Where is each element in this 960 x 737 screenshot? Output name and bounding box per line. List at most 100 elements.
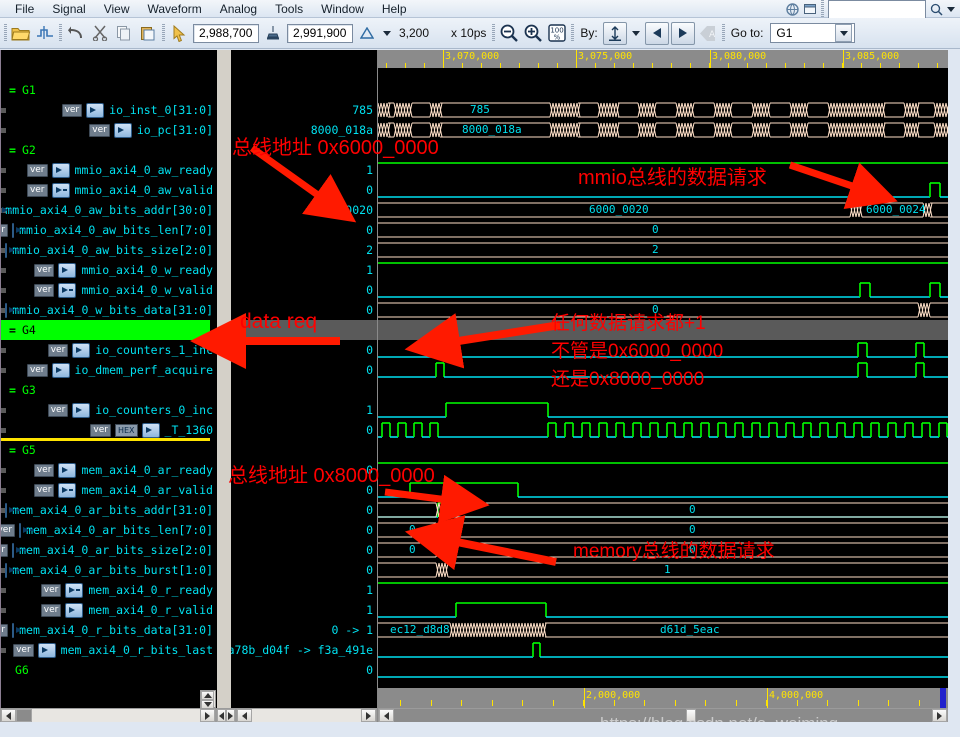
signal-row-mem_axi4_0_ar_bits_addr310[interactable]: ver mem_axi4_0_ar_bits_addr[31:0] [1, 500, 217, 520]
globe-icon[interactable] [783, 1, 801, 17]
marker-stamp-icon[interactable] [261, 21, 285, 45]
step-dropdown-icon[interactable] [628, 21, 644, 45]
toolbar-separator-2 [57, 23, 64, 43]
overview-position-marker[interactable] [940, 688, 946, 708]
signal-row-io_dmem_perf_acquire[interactable]: ver io_dmem_perf_acquire [1, 360, 217, 380]
signal-row-mem_axi4_0_r_valid[interactable]: ver mem_axi4_0_r_valid [1, 600, 217, 620]
signal-row-mem_axi4_0_ar_valid[interactable]: ver mem_axi4_0_ar_valid [1, 480, 217, 500]
delta-triangle-icon[interactable] [355, 21, 379, 45]
signal-group-g6[interactable]: G6 [1, 660, 217, 680]
values-hscroll-right-button[interactable] [226, 709, 235, 722]
signal-group-g2[interactable]: = G2 [1, 140, 217, 160]
signal-row-mem_axi4_0_ar_bits_size20[interactable]: ver mem_axi4_0_ar_bits_size[2:0] [1, 540, 217, 560]
wave-hscroll-right-button[interactable] [361, 709, 376, 722]
signal-group-g5[interactable]: = G5 [1, 440, 217, 460]
main-wave-hscroll-left-button[interactable] [379, 709, 394, 722]
by-label: By: [580, 26, 598, 40]
signal-row-mem_axi4_0_ar_bits_burst10[interactable]: ver mem_axi4_0_ar_bits_burst[1:0] [1, 560, 217, 580]
open-folder-icon[interactable] [9, 21, 33, 45]
menubar-overflow-chevron-icon[interactable] [944, 6, 958, 12]
signal-row-mmio_axi4_0_w_valid[interactable]: ver mmio_axi4_0_w_valid [1, 280, 217, 300]
cursor-pointer-icon[interactable] [167, 21, 191, 45]
signal-row-mem_axi4_0_ar_bits_len70[interactable]: ver mem_axi4_0_ar_bits_len[7:0] [1, 520, 217, 540]
time-ruler[interactable]: 3,070,000 3,075,000 3,080,000 3,085,000 [378, 50, 948, 68]
search-input[interactable] [828, 0, 926, 19]
menu-item-waveform[interactable]: Waveform [139, 1, 211, 17]
names-hscroll-thumb[interactable] [16, 709, 32, 722]
names-hscroll-left-button[interactable] [1, 709, 16, 722]
names-hscroll-track[interactable] [32, 709, 200, 722]
wave-hscroll-track[interactable] [252, 709, 361, 722]
signal-row-mem_axi4_0_ar_ready[interactable]: ver mem_axi4_0_ar_ready [1, 460, 217, 480]
group-expand-icon[interactable]: = [9, 323, 16, 337]
names-horizontal-scrollbar[interactable] [0, 708, 216, 723]
wave-digital-row [378, 422, 948, 438]
delta-dropdown-icon[interactable] [379, 21, 395, 45]
cut-icon[interactable] [88, 21, 112, 45]
signal-row-io_pc310[interactable]: ver io_pc[31:0] [1, 120, 217, 140]
menu-item-signal[interactable]: Signal [43, 1, 94, 17]
signal-row-io_inst_0310[interactable]: ver io_inst_0[31:0] [1, 100, 217, 120]
marker-to-field[interactable]: 2,991,900 [287, 23, 353, 43]
names-hscroll-right-button[interactable] [200, 709, 215, 722]
signal-group-g4[interactable]: = G4 [1, 320, 210, 340]
search-zoom-icon[interactable] [928, 1, 944, 17]
waveform-pane[interactable] [378, 50, 948, 708]
undo-icon[interactable] [64, 21, 88, 45]
menu-item-help[interactable]: Help [373, 1, 416, 17]
wave-hscroll-left-button[interactable] [237, 709, 252, 722]
overview-time-ruler[interactable]: 2,000,000 4,000,000 [378, 688, 948, 708]
signal-value-mem_axi4_0_r_bits_data310: 0 -> 1 [331, 623, 373, 637]
main-wave-hscroll-right-button[interactable] [932, 709, 947, 722]
signal-row-_T_1360[interactable]: ver HEX _T_1360 [1, 420, 217, 440]
step-by-icon[interactable] [602, 21, 627, 45]
names-scroll-up-button[interactable] [201, 691, 214, 700]
prev-edge-button[interactable] [644, 21, 669, 45]
group-expand-icon[interactable]: = [9, 83, 16, 97]
signal-row-mmio_axi4_0_aw_bits_len70[interactable]: ver mmio_axi4_0_aw_bits_len[7:0] [1, 220, 217, 240]
signal-row-mmio_axi4_0_w_bits_data310[interactable]: ver mmio_axi4_0_w_bits_data[31:0] [1, 300, 217, 320]
signal-row-mem_axi4_0_r_ready[interactable]: ver mem_axi4_0_r_ready [1, 580, 217, 600]
signal-row-mmio_axi4_0_aw_ready[interactable]: ver mmio_axi4_0_aw_ready [1, 160, 217, 180]
wave-horizontal-scrollbar[interactable] [236, 708, 377, 723]
signal-values-pane[interactable]: 785 8000_018a 1 0 6000_0020 0 2 1 0 0 0 0 1 0 0 0 0 0 0 0 1 1… [231, 50, 377, 708]
signal-group-g1[interactable]: = G1 [1, 80, 217, 100]
zoom-fit-icon[interactable]: 100 % [545, 21, 569, 45]
paste-icon[interactable] [136, 21, 160, 45]
signal-row-mmio_axi4_0_aw_valid[interactable]: ver mmio_axi4_0_aw_valid [1, 180, 217, 200]
copy-icon[interactable] [112, 21, 136, 45]
values-horizontal-scrollbar[interactable] [216, 708, 236, 723]
signal-row-mmio_axi4_0_aw_bits_addr300[interactable]: vermmio_axi4_0_aw_bits_addr[30:0] [1, 200, 217, 220]
goto-combo[interactable]: G1 [770, 23, 856, 43]
signal-group-g3[interactable]: = G3 [1, 380, 217, 400]
signal-row-mem_axi4_0_r_bits_last[interactable]: ver mem_axi4_0_r_bits_last [1, 640, 217, 660]
menu-item-file[interactable]: File [6, 1, 43, 17]
reload-waveform-icon[interactable] [33, 21, 57, 45]
values-hscroll-left-button[interactable] [217, 709, 226, 722]
signal-names-pane[interactable]: = G1 ver io_inst_0[31:0] ver io_pc[31:0] = G2 ve… [0, 50, 217, 708]
next-edge-button[interactable] [670, 21, 695, 45]
pane-divider-names-values[interactable] [216, 50, 231, 736]
chevron-down-icon[interactable] [835, 24, 853, 42]
signal-row-io_counters_1_inc[interactable]: ver io_counters_1_inc [1, 340, 217, 360]
zoom-in-icon[interactable] [521, 21, 545, 45]
menu-item-window[interactable]: Window [312, 1, 373, 17]
ruler-minor-tick [671, 63, 672, 68]
zoom-out-icon[interactable] [497, 21, 521, 45]
group-expand-icon[interactable]: = [9, 143, 16, 157]
group-expand-icon[interactable]: = [9, 383, 16, 397]
group-expand-icon[interactable]: = [9, 443, 16, 457]
names-vertical-scrollbar[interactable] [200, 690, 216, 709]
marker-from-field[interactable]: 2,988,700 [193, 23, 259, 43]
menu-item-tools[interactable]: Tools [266, 1, 312, 17]
signal-row-io_counters_0_inc[interactable]: ver io_counters_0_inc [1, 400, 217, 420]
group-label: G3 [21, 383, 36, 397]
menu-item-view[interactable]: View [95, 1, 139, 17]
signal-row-mmio_axi4_0_aw_bits_size20[interactable]: ver mmio_axi4_0_aw_bits_size[2:0] [1, 240, 217, 260]
signal-row-mmio_axi4_0_w_ready[interactable]: ver mmio_axi4_0_w_ready [1, 260, 217, 280]
verilog-badge-icon: ver [1, 623, 9, 637]
toolbar-separator-6 [720, 23, 727, 43]
signal-row-mem_axi4_0_r_bits_data310[interactable]: ver mem_axi4_0_r_bits_data[31:0] [1, 620, 217, 640]
window-restore-icon[interactable] [801, 1, 819, 17]
menu-item-analog[interactable]: Analog [211, 1, 266, 17]
